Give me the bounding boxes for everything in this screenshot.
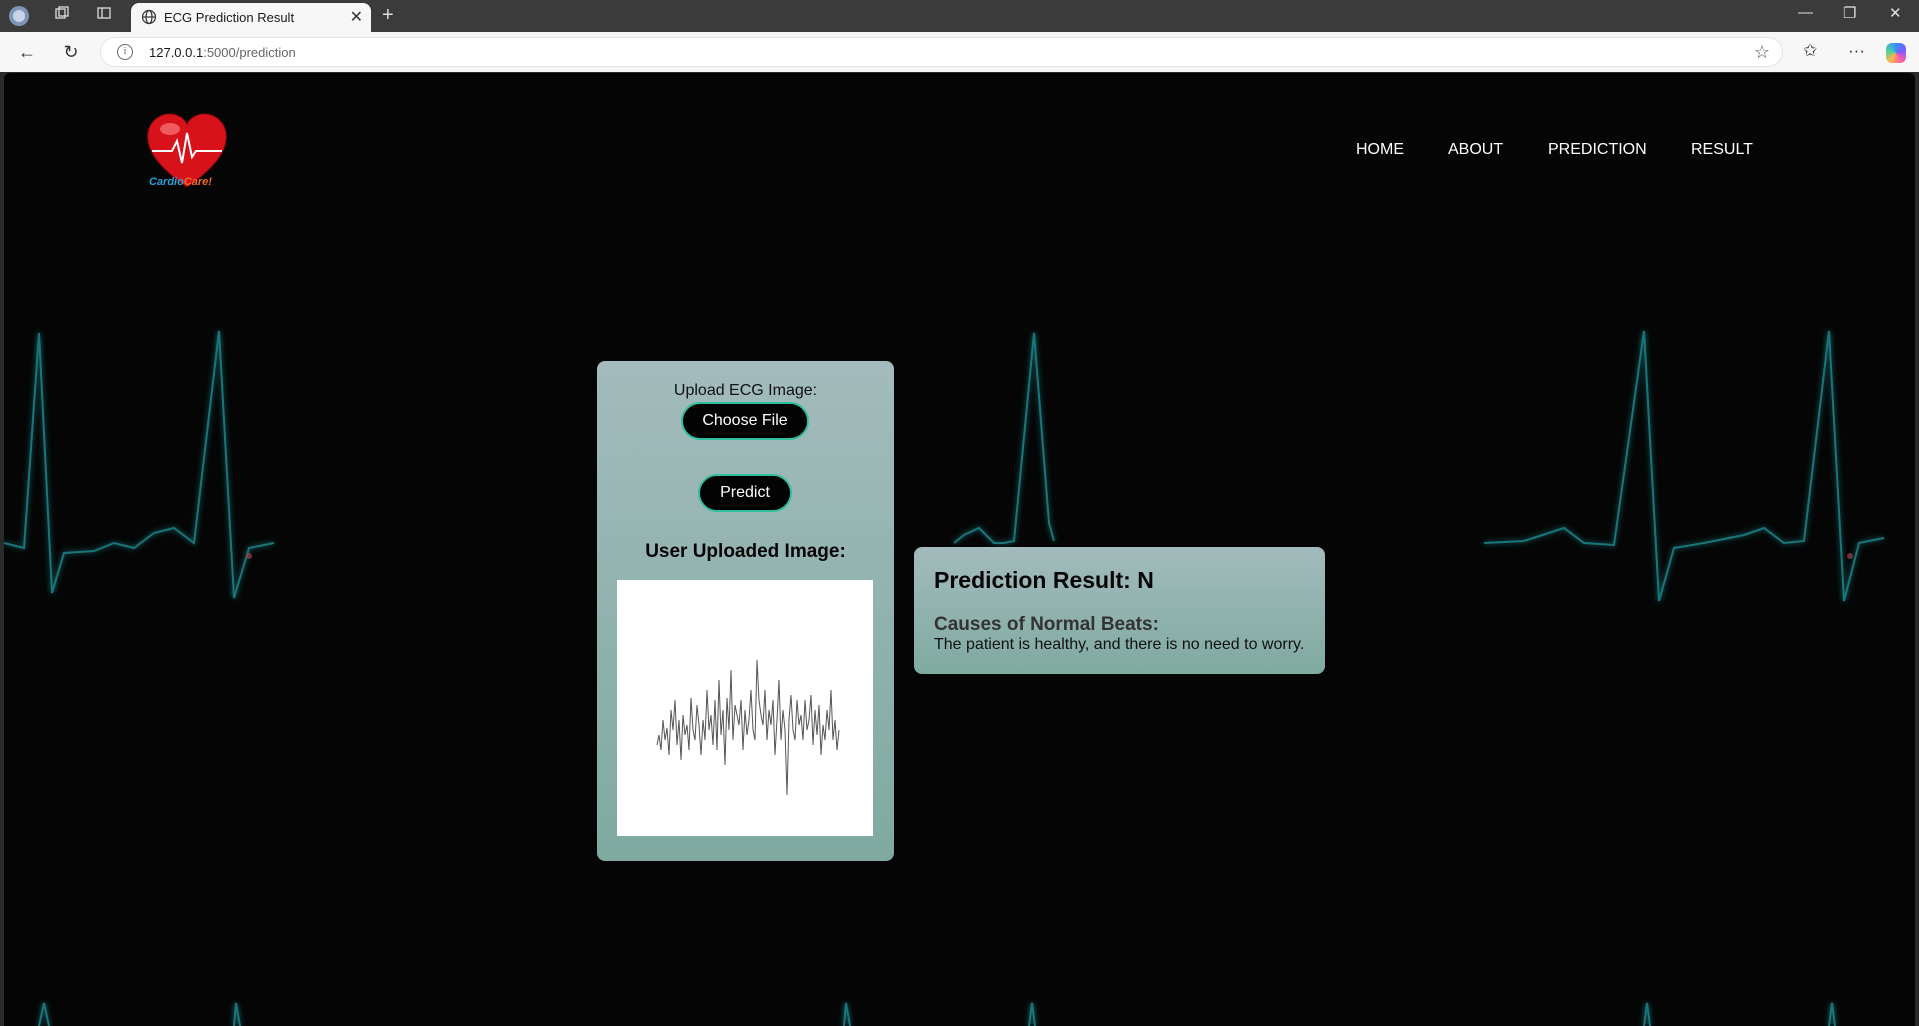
- upload-label: Upload ECG Image:: [673, 382, 818, 399]
- tab-title: ECG Prediction Result: [164, 10, 295, 25]
- predict-button[interactable]: Predict: [698, 474, 792, 512]
- uploaded-image-title: User Uploaded Image:: [645, 541, 846, 562]
- browser-toolbar: ← ↻ i 127.0.0.1:5000/prediction ☆ ✩ ···: [0, 32, 1919, 72]
- upload-panel: Upload ECG Image: Choose File Predict Us…: [597, 361, 894, 861]
- refresh-icon[interactable]: ↻: [60, 41, 82, 63]
- page-viewport: CardioCare! HOME ABOUT PREDICTION RESULT…: [4, 73, 1915, 1026]
- tab-actions-icon[interactable]: [93, 5, 115, 27]
- restore-icon[interactable]: ❐: [1843, 4, 1856, 22]
- more-icon[interactable]: ···: [1848, 41, 1865, 61]
- choose-file-button[interactable]: Choose File: [681, 402, 809, 440]
- favorites-icon[interactable]: ✩: [1803, 41, 1817, 61]
- close-icon[interactable]: ✕: [350, 7, 363, 27]
- nav-about[interactable]: ABOUT: [1448, 141, 1503, 159]
- browser-titlebar: ECG Prediction Result ✕ + — ❐ ✕: [0, 0, 1919, 32]
- url-text: 127.0.0.1:5000/prediction: [149, 45, 296, 60]
- tab-ecg-prediction[interactable]: ECG Prediction Result ✕: [131, 3, 371, 32]
- profile-avatar-icon[interactable]: [8, 5, 30, 27]
- nav-home[interactable]: HOME: [1356, 141, 1404, 159]
- window-close-icon[interactable]: ✕: [1889, 4, 1902, 22]
- workspaces-icon[interactable]: [51, 5, 73, 27]
- causes-title: Causes of Normal Beats:: [934, 614, 1159, 635]
- causes-text: The patient is healthy, and there is no …: [934, 636, 1305, 653]
- copilot-icon[interactable]: [1886, 43, 1906, 63]
- nav-result[interactable]: RESULT: [1691, 141, 1753, 159]
- logo-text: CardioCare!: [149, 176, 212, 188]
- minimize-icon[interactable]: —: [1798, 4, 1813, 21]
- globe-icon: [141, 9, 157, 25]
- prediction-result-title: Prediction Result: N: [934, 567, 1154, 593]
- result-panel: Prediction Result: N Causes of Normal Be…: [914, 547, 1325, 674]
- star-icon[interactable]: ☆: [1754, 42, 1770, 63]
- back-icon[interactable]: ←: [16, 41, 38, 63]
- info-icon[interactable]: i: [117, 44, 133, 60]
- nav-prediction[interactable]: PREDICTION: [1548, 141, 1647, 159]
- new-tab-button[interactable]: +: [382, 4, 394, 27]
- uploaded-ecg-image: [617, 580, 873, 836]
- address-bar[interactable]: i 127.0.0.1:5000/prediction ☆: [100, 37, 1783, 67]
